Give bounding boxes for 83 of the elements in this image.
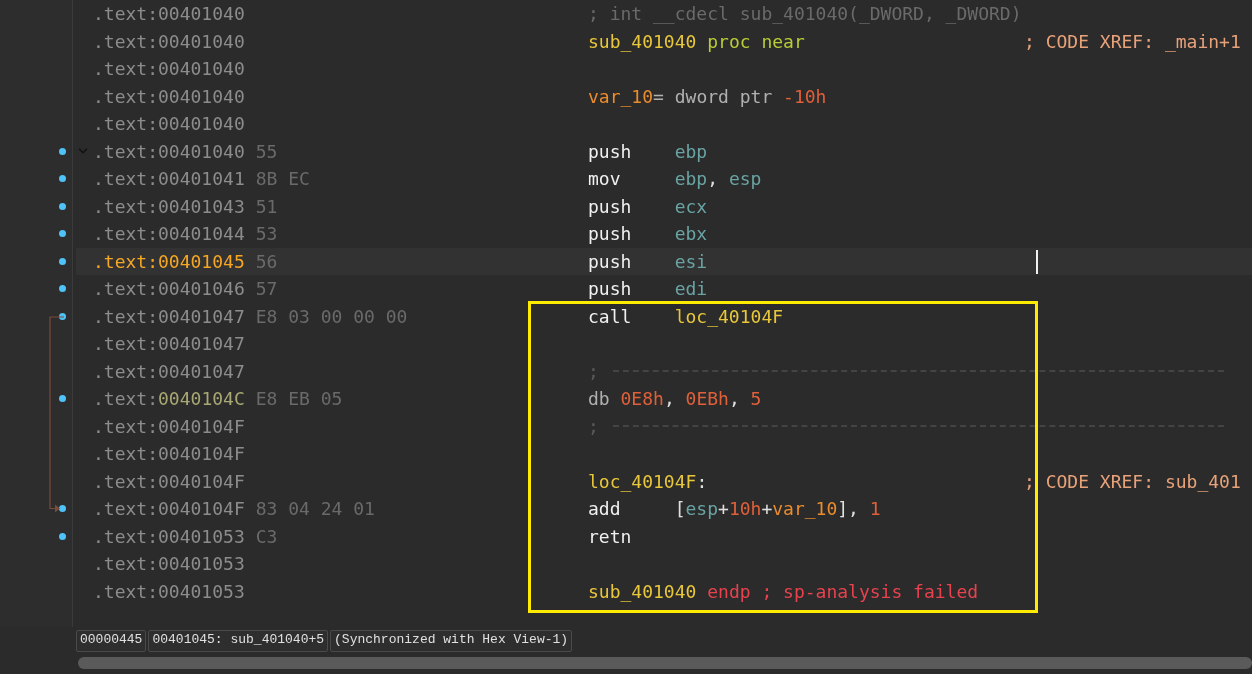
instruction-mnemonic: retn (588, 525, 633, 547)
address-text: .text:00401047 (93, 305, 245, 327)
instruction-mnemonic: push (588, 140, 633, 162)
code-token: ], (837, 498, 860, 520)
code-token: ebp (674, 140, 708, 162)
code-token: sub_401040 (588, 30, 697, 52)
code-token: 0E8h (620, 388, 664, 410)
code-token: 1 (869, 498, 881, 520)
address-text: .text:00401053 (93, 525, 245, 547)
code-token: sub_401040 (588, 580, 697, 602)
status-field: 00401045: sub_401040+5 (148, 630, 329, 652)
status-field: 00000445 (76, 630, 147, 652)
address-text: .text:00401043 (93, 195, 245, 217)
opcode-bytes: E8 EB 05 (255, 388, 343, 410)
separator-text: ; (588, 415, 599, 437)
comment-text: ; CODE XREF: sub_401 (1024, 470, 1241, 492)
code-token: + (718, 498, 729, 520)
scrollbar-thumb[interactable] (78, 657, 1252, 669)
opcode-bytes: 53 (255, 223, 278, 245)
instruction-mnemonic: push (588, 278, 633, 300)
address-text: .text:00401040 (93, 58, 245, 80)
code-token: esi (674, 250, 708, 272)
code-token: = dword ptr (653, 85, 774, 107)
code-token: loc_40104F (588, 470, 697, 492)
code-token: endp ; sp-analysis failed (706, 580, 979, 602)
address-text: .text:0040104C (93, 388, 245, 410)
address-text: .text:0040104F (93, 415, 245, 437)
text-cursor (1036, 249, 1038, 274)
code-token: db (588, 388, 611, 410)
address-text: .text:00401040 (93, 30, 245, 52)
code-token: -10h (783, 85, 827, 107)
address-text: .text:00401041 (93, 168, 245, 190)
code-token: ecx (674, 195, 708, 217)
code-token: proc near (706, 30, 805, 52)
address-text: .text:0040104F (93, 498, 245, 520)
code-token: : (696, 470, 708, 492)
instruction-mnemonic: push (588, 195, 633, 217)
comment-text: ; CODE XREF: _main+1 (1024, 30, 1241, 52)
code-token: 0EBh (685, 388, 729, 410)
code-token: esp (728, 168, 762, 190)
opcode-bytes: 57 (255, 278, 278, 300)
code-token: var_10 (772, 498, 838, 520)
code-token: + (761, 498, 773, 520)
address-text: .text:00401047 (93, 360, 245, 382)
separator-text: ; (588, 360, 599, 382)
code-token: ebx (674, 223, 708, 245)
opcode-bytes: E8 03 00 00 00 (255, 305, 408, 327)
instruction-mnemonic: push (588, 250, 633, 272)
address-text: .text:00401044 (93, 223, 245, 245)
code-token: loc_40104F (674, 305, 784, 327)
opcode-bytes: 8B EC (255, 168, 310, 190)
instruction-mnemonic: call (588, 305, 633, 327)
code-token: , (707, 168, 720, 190)
opcode-bytes: 56 (255, 250, 278, 272)
address-text: .text:00401040 (93, 3, 245, 25)
address-text: .text:00401046 (93, 278, 245, 300)
address-text: .text:00401047 (93, 333, 245, 355)
address-text: .text:00401040 (93, 140, 245, 162)
address-text: .text:00401053 (93, 553, 245, 575)
code-token: var_10 (588, 85, 654, 107)
instruction-mnemonic: push (588, 223, 633, 245)
instruction-mnemonic: add (588, 498, 622, 520)
address-text: .text:00401053 (93, 580, 245, 602)
address-text: .text:00401040 (93, 113, 245, 135)
status-field: (Synchronized with Hex View-1) (330, 630, 573, 652)
address-text: .text:0040104F (93, 470, 245, 492)
address-text: .text:00401040 (93, 85, 245, 107)
code-token: edi (674, 278, 708, 300)
code-token: ; int __cdecl sub_401040(_DWORD, _DWORD) (588, 3, 1022, 25)
opcode-bytes: C3 (255, 525, 278, 547)
opcode-bytes: 83 04 24 01 (255, 498, 375, 520)
code-token: esp (685, 498, 719, 520)
opcode-bytes: 51 (255, 195, 278, 217)
code-token: ebp (674, 168, 708, 190)
code-token: , (728, 388, 741, 410)
address-text: .text:00401045 (93, 250, 245, 272)
code-token: , (663, 388, 676, 410)
address-text: .text:0040104F (93, 443, 245, 465)
opcode-bytes: 55 (255, 140, 278, 162)
code-token: [ (674, 498, 686, 520)
code-token: 10h (728, 498, 762, 520)
code-token: 5 (750, 388, 762, 410)
instruction-mnemonic: mov (588, 168, 622, 190)
